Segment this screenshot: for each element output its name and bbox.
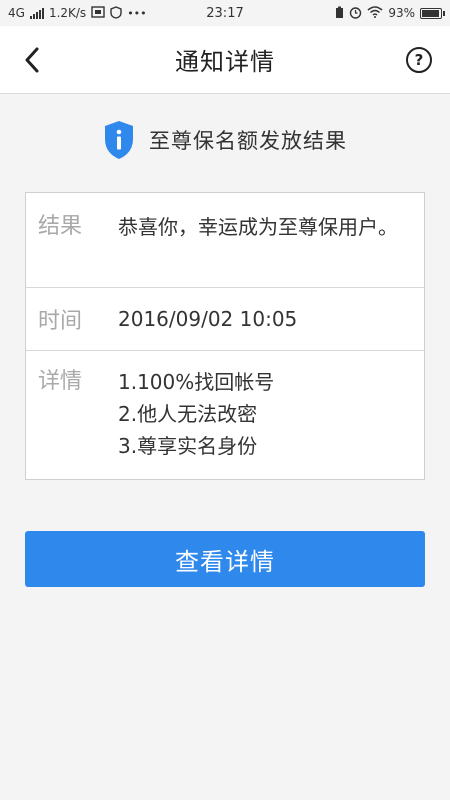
status-bar: 4G 1.2K/s ••• 23:17 93% — [0, 0, 450, 26]
result-value: 恭喜你，幸运成为至尊保用户。 — [118, 215, 398, 239]
network-speed: 1.2K/s — [48, 6, 87, 20]
result-row: 结果 恭喜你，幸运成为至尊保用户。 — [26, 193, 424, 288]
detail-line: 3.尊享实名身份 — [118, 434, 258, 458]
detail-label: 详情 — [38, 369, 83, 394]
page-title: 通知详情 — [175, 48, 275, 76]
back-button[interactable] — [16, 40, 48, 80]
notice-headline: 至尊保名额发放结果 — [0, 120, 450, 160]
detail-line: 2.他人无法改密 — [118, 402, 258, 426]
view-details-button[interactable]: 查看详情 — [25, 531, 425, 587]
signal-icon — [29, 7, 44, 19]
question-circle-icon: ? — [414, 50, 424, 69]
status-left: 4G 1.2K/s ••• — [8, 5, 147, 21]
help-button[interactable]: ? — [406, 46, 432, 73]
network-type: 4G — [8, 6, 25, 20]
battery-percent: 93% — [388, 6, 415, 20]
result-label: 结果 — [38, 214, 83, 239]
detail-row: 详情 1.100%找回帐号 2.他人无法改密 3.尊享实名身份 — [26, 351, 424, 479]
status-time: 23:17 — [206, 5, 244, 21]
security-shield-icon — [110, 5, 122, 21]
battery-saver-icon — [335, 6, 344, 21]
time-value: 2016/09/02 10:05 — [118, 307, 298, 331]
detail-line: 1.100%找回帐号 — [118, 370, 275, 394]
headline-text: 至尊保名额发放结果 — [149, 129, 347, 153]
wifi-icon — [367, 6, 383, 20]
info-card: 结果 恭喜你，幸运成为至尊保用户。 时间 2016/09/02 10:05 详情… — [25, 192, 425, 480]
more-dots-icon: ••• — [127, 6, 147, 20]
alarm-icon — [349, 6, 362, 21]
time-row: 时间 2016/09/02 10:05 — [26, 288, 424, 351]
info-shield-icon — [105, 121, 133, 159]
data-saver-icon — [91, 6, 105, 20]
time-label: 时间 — [38, 309, 83, 334]
battery-icon — [420, 7, 445, 19]
nav-bar: 通知详情 ? — [0, 26, 450, 94]
status-right: 93% — [335, 6, 445, 21]
detail-value: 1.100%找回帐号 2.他人无法改密 3.尊享实名身份 — [118, 366, 424, 479]
chevron-left-icon — [25, 47, 39, 72]
